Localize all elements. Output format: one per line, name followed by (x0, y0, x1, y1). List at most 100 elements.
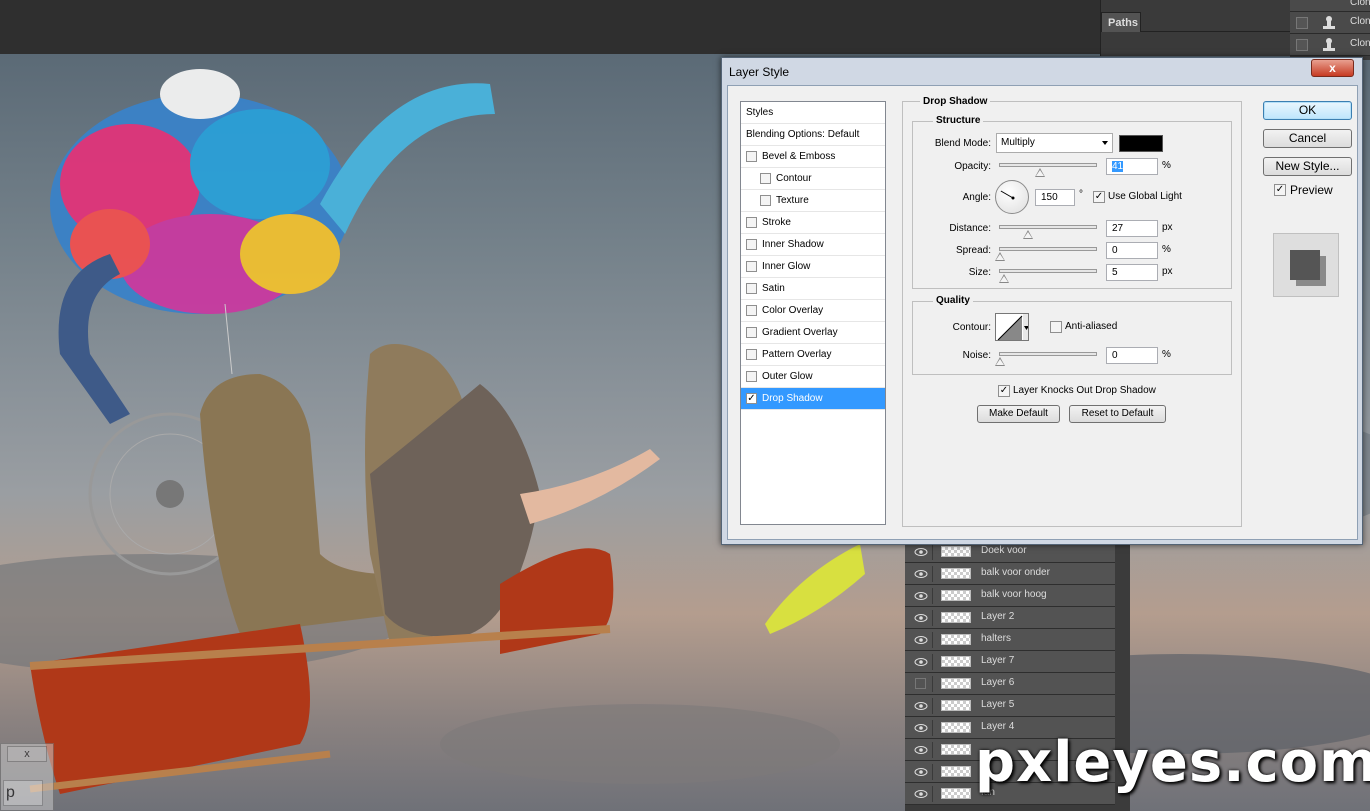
layer-row[interactable]: Layer 7 (905, 651, 1115, 673)
angle-label: Angle: (962, 192, 991, 203)
dialog-title: Layer Style (729, 65, 790, 79)
style-item-bevel-emboss[interactable]: Bevel & Emboss (741, 146, 885, 168)
style-checkbox[interactable] (746, 371, 757, 382)
style-item-label: Satin (762, 283, 785, 294)
style-item-satin[interactable]: Satin (741, 278, 885, 300)
anti-aliased-checkbox[interactable] (1050, 321, 1062, 333)
layer-name: balk voor hoog (981, 589, 1047, 600)
noise-slider[interactable] (999, 352, 1097, 356)
eye-icon[interactable] (909, 566, 933, 582)
eye-icon (914, 548, 927, 556)
style-item-inner-glow[interactable]: Inner Glow (741, 256, 885, 278)
layer-row[interactable]: Layer 5 (905, 695, 1115, 717)
layer-row[interactable]: Layer 2 (905, 607, 1115, 629)
style-item-texture[interactable]: Texture (741, 190, 885, 212)
shadow-color-swatch[interactable] (1119, 135, 1163, 152)
opacity-slider[interactable] (999, 163, 1097, 167)
distance-slider[interactable] (999, 225, 1097, 229)
layer-thumbnail (941, 744, 971, 755)
distance-input[interactable]: 27 (1106, 220, 1158, 237)
reset-to-default-button[interactable]: Reset to Default (1069, 405, 1166, 423)
angle-dial[interactable] (995, 180, 1029, 214)
eye-icon (914, 746, 927, 754)
style-checkbox[interactable] (746, 283, 757, 294)
style-item-pattern-overlay[interactable]: Pattern Overlay (741, 344, 885, 366)
make-default-button[interactable]: Make Default (977, 405, 1060, 423)
style-checkbox[interactable] (746, 261, 757, 272)
preview-checkbox[interactable]: ✓ (1274, 184, 1286, 196)
blending-options-item[interactable]: Blending Options: Default (741, 124, 885, 146)
style-checkbox[interactable] (760, 173, 771, 184)
eye-icon[interactable] (909, 698, 933, 714)
clone-source-row[interactable]: Clon (1290, 0, 1370, 12)
tab-paths[interactable]: Paths (1101, 12, 1141, 32)
style-item-stroke[interactable]: Stroke (741, 212, 885, 234)
style-checkbox[interactable] (746, 151, 757, 162)
layer-row[interactable]: balk voor onder (905, 563, 1115, 585)
knockout-checkbox[interactable]: ✓ (998, 385, 1010, 397)
spread-input[interactable]: 0 (1106, 242, 1158, 259)
layer-thumbnail (941, 722, 971, 733)
style-item-label: Drop Shadow (762, 393, 823, 404)
eye-icon[interactable] (909, 544, 933, 560)
style-item-contour[interactable]: Contour (741, 168, 885, 190)
eye-icon[interactable] (909, 632, 933, 648)
noise-input[interactable]: 0 (1106, 347, 1158, 364)
style-item-drop-shadow[interactable]: ✓ Drop Shadow (741, 388, 885, 410)
blend-mode-label: Blend Mode: (934, 138, 991, 149)
clone-source-row[interactable]: Clon (1290, 34, 1370, 56)
style-checkbox[interactable]: ✓ (746, 393, 757, 404)
close-button[interactable]: x (7, 746, 47, 762)
contour-picker[interactable] (995, 313, 1029, 341)
size-slider[interactable] (999, 269, 1097, 273)
spread-slider[interactable] (999, 247, 1097, 251)
clone-source-row[interactable]: Clon (1290, 12, 1370, 34)
distance-slider-thumb[interactable] (1023, 230, 1033, 239)
checkbox[interactable] (1296, 17, 1308, 29)
style-item-gradient-overlay[interactable]: Gradient Overlay (741, 322, 885, 344)
styles-header[interactable]: Styles (741, 102, 885, 124)
style-checkbox[interactable] (746, 305, 757, 316)
visibility-toggle[interactable] (909, 676, 933, 692)
size-slider-thumb[interactable] (999, 274, 1009, 283)
new-style-button[interactable]: New Style... (1263, 157, 1352, 176)
opacity-input[interactable]: 41 (1106, 158, 1158, 175)
layer-row[interactable]: halters (905, 629, 1115, 651)
layer-name: Layer 5 (981, 699, 1015, 710)
eye-icon[interactable] (909, 610, 933, 626)
eye-icon[interactable] (909, 588, 933, 604)
eye-icon (914, 570, 927, 578)
size-label: Size: (968, 267, 991, 278)
quality-title: Quality (933, 295, 973, 306)
eye-icon[interactable] (909, 654, 933, 670)
style-item-label: Inner Shadow (762, 239, 824, 250)
opacity-slider-thumb[interactable] (1035, 168, 1046, 177)
style-checkbox[interactable] (746, 327, 757, 338)
cancel-button[interactable]: Cancel (1263, 129, 1352, 148)
checkbox[interactable] (1296, 39, 1308, 51)
angle-input[interactable]: 150 (1035, 189, 1075, 206)
close-button[interactable]: x (1311, 59, 1354, 77)
eye-icon[interactable] (909, 786, 933, 802)
style-item-outer-glow[interactable]: Outer Glow (741, 366, 885, 388)
eye-icon[interactable] (909, 742, 933, 758)
eye-icon[interactable] (909, 764, 933, 780)
eye-icon[interactable] (909, 720, 933, 736)
blend-mode-value: Multiply (1001, 137, 1035, 148)
blend-mode-select[interactable]: Multiply (996, 133, 1113, 153)
layer-name: balk voor onder (981, 567, 1050, 578)
style-checkbox[interactable] (746, 349, 757, 360)
ok-button[interactable]: OK (1263, 101, 1352, 120)
layer-row[interactable]: balk voor hoog (905, 585, 1115, 607)
layer-row[interactable]: Layer 6 (905, 673, 1115, 695)
text-field[interactable]: p (3, 780, 43, 806)
spread-slider-thumb[interactable] (995, 252, 1005, 261)
style-checkbox[interactable] (746, 217, 757, 228)
style-item-color-overlay[interactable]: Color Overlay (741, 300, 885, 322)
style-item-inner-shadow[interactable]: Inner Shadow (741, 234, 885, 256)
style-checkbox[interactable] (746, 239, 757, 250)
style-checkbox[interactable] (760, 195, 771, 206)
size-input[interactable]: 5 (1106, 264, 1158, 281)
use-global-light-checkbox[interactable]: ✓ (1093, 191, 1105, 203)
noise-slider-thumb[interactable] (995, 357, 1005, 366)
